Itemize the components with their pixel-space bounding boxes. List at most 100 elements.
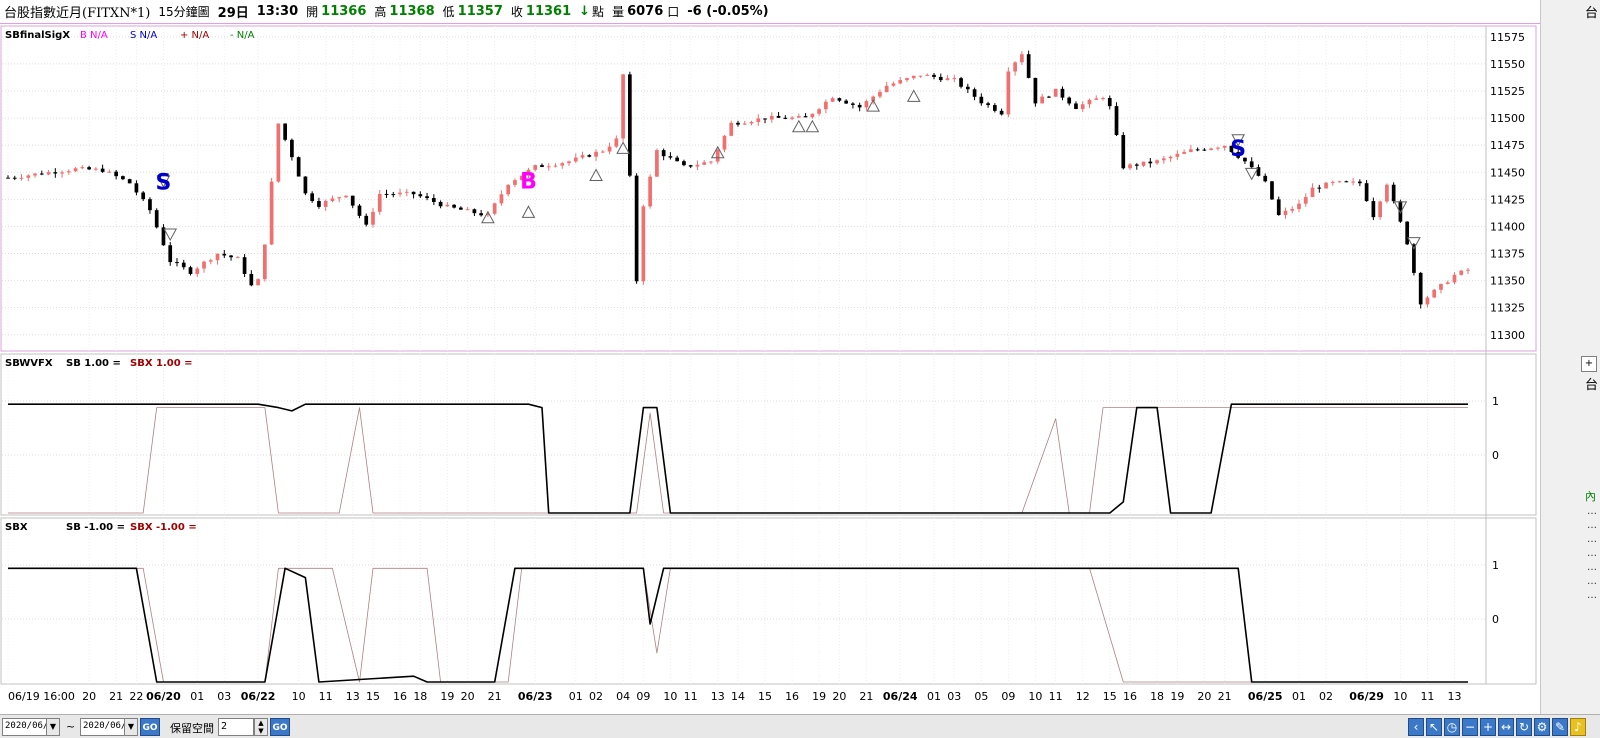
signal-label: S	[1230, 137, 1246, 162]
candle-body	[695, 164, 700, 167]
volume-value: 6076	[627, 4, 664, 19]
legend-entry: S N/A	[130, 30, 157, 41]
candle-body	[986, 103, 990, 106]
candle-body	[1445, 282, 1450, 284]
time-tick-label: 13	[1447, 690, 1461, 703]
candle-body	[1324, 182, 1328, 189]
candle-body	[1080, 104, 1085, 110]
time-tick-label: 22	[129, 690, 143, 703]
time-tick-label: 06/20	[146, 690, 181, 703]
zoom-in-button-icon[interactable]: +	[1480, 718, 1496, 736]
time-tick-label: 02	[589, 690, 603, 703]
candle-body	[323, 201, 328, 207]
osc-legend-entry: SBX 1.00 =	[130, 358, 193, 369]
candle-body	[235, 257, 240, 259]
candle-body	[513, 180, 517, 185]
date-to-dropdown-icon[interactable]: ▼	[124, 718, 138, 736]
price-tick-label: 11525	[1490, 85, 1525, 98]
candle-body	[1026, 54, 1031, 78]
candle-body	[702, 162, 707, 165]
candle-body	[499, 194, 504, 204]
chart-area[interactable]: 1130011325113501137511400114251145011475…	[0, 24, 1540, 714]
candle-body	[229, 255, 233, 258]
candle-body	[1303, 197, 1308, 204]
time-tick-label: 11	[319, 690, 333, 703]
candle-body	[567, 161, 571, 164]
candle-body	[208, 260, 213, 262]
refresh-icon[interactable]: ↻	[1516, 718, 1532, 736]
date-to-field[interactable]: 2020/06/2	[80, 718, 126, 736]
go-button-2[interactable]: GO	[270, 718, 290, 736]
go-button[interactable]: GO	[140, 718, 160, 736]
price-tick-label: 11425	[1490, 193, 1525, 206]
unit-label: 點	[592, 5, 605, 19]
candle-body	[1128, 164, 1132, 169]
scroll-left-icon[interactable]: ‹	[1408, 718, 1424, 736]
candle-body	[790, 117, 794, 119]
candle-body	[6, 177, 10, 179]
candle-body	[796, 116, 801, 118]
time-tick-label: 19	[440, 690, 454, 703]
reserve-space-input[interactable]: 2	[218, 718, 254, 736]
candle-body	[1209, 148, 1213, 150]
candle-body	[87, 167, 91, 170]
candle-body	[1425, 297, 1430, 305]
candle-body	[661, 150, 666, 157]
candle-body	[1182, 151, 1186, 154]
candle-body	[1040, 96, 1045, 104]
high-label: 高	[374, 5, 387, 19]
time-tick-label: 19	[812, 690, 826, 703]
candle-body	[769, 115, 774, 120]
date-from-field[interactable]: 2020/06/2	[2, 718, 48, 736]
osc-tick-label: 1	[1492, 559, 1499, 572]
cursor-icon[interactable]: ↖	[1426, 718, 1442, 736]
time-tick-label: 09	[636, 690, 650, 703]
time-tick-label: 06/24	[883, 690, 918, 703]
time-tick-label: 21	[109, 690, 123, 703]
candle-body	[181, 262, 186, 268]
time-tick-label: 04	[616, 690, 630, 703]
candle-body	[844, 100, 848, 104]
candle-body	[127, 179, 132, 184]
candle-body	[357, 205, 362, 216]
fit-icon[interactable]: ↔	[1498, 718, 1514, 736]
settings-icon[interactable]: ⚙	[1534, 718, 1550, 736]
clock-icon[interactable]: ◷	[1444, 718, 1460, 736]
price-tick-label: 11550	[1490, 58, 1525, 71]
candle-body	[33, 173, 37, 176]
price-tick-label: 11375	[1490, 248, 1525, 261]
candle-body	[540, 165, 544, 167]
candle-body	[560, 163, 565, 166]
candle-body	[391, 194, 396, 196]
date-from-dropdown-icon[interactable]: ▼	[46, 718, 60, 736]
time-tick-label: 12	[1076, 690, 1090, 703]
time-tick-label: 14	[731, 690, 745, 703]
candle-body	[19, 177, 24, 179]
candle-body	[1344, 181, 1349, 183]
price-tick-label: 11575	[1490, 31, 1525, 44]
candle-body	[452, 204, 456, 208]
candle-body	[168, 245, 173, 263]
candle-body	[1418, 272, 1423, 305]
time-label: 13:30	[256, 4, 299, 19]
candle-body	[202, 261, 206, 269]
candle-body	[107, 171, 112, 173]
reserve-space-stepper[interactable]: ▲ ▼	[254, 718, 268, 736]
candle-body	[1161, 158, 1166, 161]
zoom-in-icon[interactable]: +	[1581, 356, 1597, 372]
candle-body	[1020, 54, 1024, 63]
candle-body	[195, 268, 200, 274]
candle-body	[898, 80, 903, 84]
candle-body	[965, 86, 970, 90]
wrench-icon[interactable]: ✎	[1552, 718, 1568, 736]
time-tick-label: 21	[1218, 690, 1232, 703]
candle-body	[573, 157, 578, 162]
candle-body	[1121, 135, 1126, 169]
right-toolbar-in-label: 內	[1585, 490, 1596, 503]
zoom-out-icon[interactable]: −	[1462, 718, 1478, 736]
alert-bell-icon[interactable]: ♪	[1570, 718, 1586, 736]
time-tick-label: 18	[1150, 690, 1164, 703]
candle-body	[952, 78, 957, 80]
change-value: -6 (-0.05%)	[687, 4, 769, 19]
time-tick-label: 20	[832, 690, 846, 703]
